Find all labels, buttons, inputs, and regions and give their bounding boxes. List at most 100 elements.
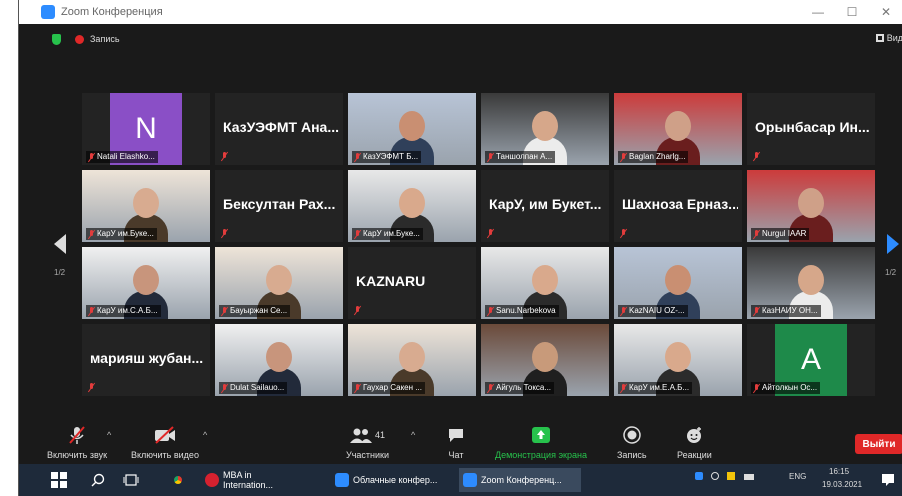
clock-date[interactable]: 19.03.2021 — [822, 480, 862, 489]
participant-name-label: КарУ им.Буке... — [352, 228, 423, 240]
meeting-toolbar: Включить звук ^ Включить видео ^ 41 Учас… — [19, 420, 902, 464]
unmute-button[interactable]: Включить звук — [47, 424, 107, 460]
participant-tile[interactable]: КазУЭФМТ Ана... — [215, 93, 343, 165]
start-video-button[interactable]: Включить видео — [131, 424, 199, 460]
muted-mic-icon — [753, 152, 760, 161]
participant-tile[interactable]: Baglan Zharlg... — [614, 93, 742, 165]
share-screen-button[interactable]: Демонстрация экрана — [495, 424, 587, 460]
participant-name: Айтолкын Ос... — [762, 383, 818, 392]
opera-icon — [205, 473, 219, 487]
participant-tile[interactable]: KazNAIU OZ-... — [614, 247, 742, 319]
participant-name: Dulat Sailauo... — [230, 383, 285, 392]
muted-mic-icon — [354, 229, 361, 239]
muted-mic-icon — [88, 383, 95, 392]
meeting-top-bar: Запись Вид — [19, 24, 902, 54]
muted-mic-icon — [620, 383, 627, 393]
reactions-icon — [685, 424, 703, 446]
chat-icon — [447, 424, 465, 446]
participants-button[interactable]: 41 Участники — [346, 424, 389, 460]
participants-count: 41 — [374, 430, 385, 440]
participant-name-display: КарУ, им Букет... — [489, 196, 602, 212]
taskbar-zoom-meeting[interactable]: Zoom Конференц... — [459, 468, 581, 492]
participant-name-label: KazNAIU OZ-... — [618, 305, 688, 317]
system-tray-icons[interactable] — [695, 472, 754, 482]
participant-tile[interactable]: Таншолпан А... — [481, 93, 609, 165]
record-button[interactable]: Запись — [617, 424, 647, 460]
prev-page-arrow-icon[interactable] — [54, 234, 66, 254]
start-video-label: Включить видео — [131, 450, 199, 460]
participants-chevron-icon[interactable]: ^ — [411, 430, 415, 440]
share-screen-icon — [531, 424, 551, 446]
taskbar-item-label: MBA in Internation... — [223, 470, 274, 490]
view-button[interactable]: Вид — [875, 33, 902, 43]
participant-tile[interactable]: Sanu.Narbekova — [481, 247, 609, 319]
leave-meeting-button[interactable]: Выйти — [855, 434, 902, 454]
participant-tile[interactable]: N Natali Elashko... — [82, 93, 210, 165]
search-icon[interactable] — [87, 468, 109, 492]
chrome-icon[interactable] — [167, 468, 189, 492]
participant-name-label: Гаухар Сакен ... — [352, 382, 425, 394]
window-title: Zoom Конференция — [61, 6, 163, 18]
participant-tile[interactable]: Орынбасар Ин... — [747, 93, 875, 165]
participant-name-label: КарУ им.Буке... — [86, 228, 157, 240]
windows-taskbar: MBA in Internation... Облачные конфер...… — [19, 464, 902, 496]
participant-tile[interactable]: КарУ им.С.А.Б... — [82, 247, 210, 319]
page-indicator-left: 1/2 — [54, 268, 66, 277]
gallery-view: N Natali Elashko... КазУЭФМТ Ана... КазУЭФМ… — [82, 93, 875, 397]
participant-name-display: KAZNARU — [356, 273, 426, 289]
participant-name: КарУ им.Буке... — [97, 229, 154, 238]
participant-tile[interactable]: A Айтолкын Ос... — [747, 324, 875, 396]
participant-tile[interactable]: Гаухар Сакен ... — [348, 324, 476, 396]
participant-tile[interactable]: KAZNARU — [348, 247, 476, 319]
participants-icon: 41 — [349, 424, 385, 446]
participant-tile[interactable]: КазУЭФМТ Б... — [348, 93, 476, 165]
minimize-button[interactable]: — — [801, 0, 835, 24]
participant-tile[interactable]: КарУ, им Букет... — [481, 170, 609, 242]
clock-time[interactable]: 16:15 — [829, 467, 849, 476]
close-button[interactable]: ✕ — [869, 0, 902, 24]
chat-button[interactable]: Чат — [447, 424, 465, 460]
muted-mic-icon — [88, 152, 95, 162]
muted-mic-icon — [354, 383, 361, 393]
language-indicator[interactable]: ENG — [789, 472, 806, 481]
participant-tile[interactable]: КарУ им.Е.А.Б... — [614, 324, 742, 396]
notifications-icon[interactable] — [877, 468, 899, 492]
muted-mic-icon — [753, 383, 760, 393]
participant-name-label: КарУ им.С.А.Б... — [86, 305, 161, 317]
participant-tile[interactable]: Nurgul IAAR — [747, 170, 875, 242]
reactions-button[interactable]: Реакции — [677, 424, 712, 460]
taskbar-opera-window[interactable]: MBA in Internation... — [201, 468, 307, 492]
muted-mic-icon — [487, 152, 494, 162]
video-options-chevron-icon[interactable]: ^ — [203, 430, 207, 440]
maximize-button[interactable]: ☐ — [835, 0, 869, 24]
participant-name-label: Nurgul IAAR — [751, 228, 810, 240]
participant-tile[interactable]: Айгуль Токса... — [481, 324, 609, 396]
audio-options-chevron-icon[interactable]: ^ — [107, 430, 111, 440]
muted-mic-icon — [221, 383, 228, 393]
task-view-icon[interactable] — [119, 468, 143, 492]
start-button[interactable] — [47, 468, 71, 492]
participant-tile[interactable]: марияш жубан... — [82, 324, 210, 396]
participant-tile[interactable]: КарУ им.Буке... — [82, 170, 210, 242]
participant-tile[interactable]: КарУ им.Буке... — [348, 170, 476, 242]
taskbar-cloud-conference[interactable]: Облачные конфер... — [331, 468, 453, 492]
muted-mic-icon — [487, 383, 494, 393]
muted-mic-icon — [620, 152, 627, 162]
participant-tile[interactable]: Dulat Sailauo... — [215, 324, 343, 396]
participant-name-label: Natali Elashko... — [86, 151, 158, 163]
encryption-shield-icon[interactable] — [52, 34, 61, 45]
participant-name: Baglan Zharlg... — [629, 152, 686, 161]
reactions-label: Реакции — [677, 450, 712, 460]
muted-mic-icon — [354, 306, 361, 315]
participant-name: КарУ им.Буке... — [363, 229, 420, 238]
next-page-arrow-icon[interactable] — [887, 234, 899, 254]
muted-mic-icon — [88, 306, 95, 316]
unmute-label: Включить звук — [47, 450, 108, 460]
taskbar-item-label: Zoom Конференц... — [481, 475, 562, 485]
participant-tile[interactable]: Бексултан Рах... — [215, 170, 343, 242]
participant-tile[interactable]: Шахноза Ерназ... — [614, 170, 742, 242]
participant-tile[interactable]: Бауыржан Се... — [215, 247, 343, 319]
muted-mic-icon — [753, 229, 760, 239]
participant-tile[interactable]: КазНАИУ ОН... — [747, 247, 875, 319]
participant-name: Бауыржан Се... — [230, 306, 288, 315]
